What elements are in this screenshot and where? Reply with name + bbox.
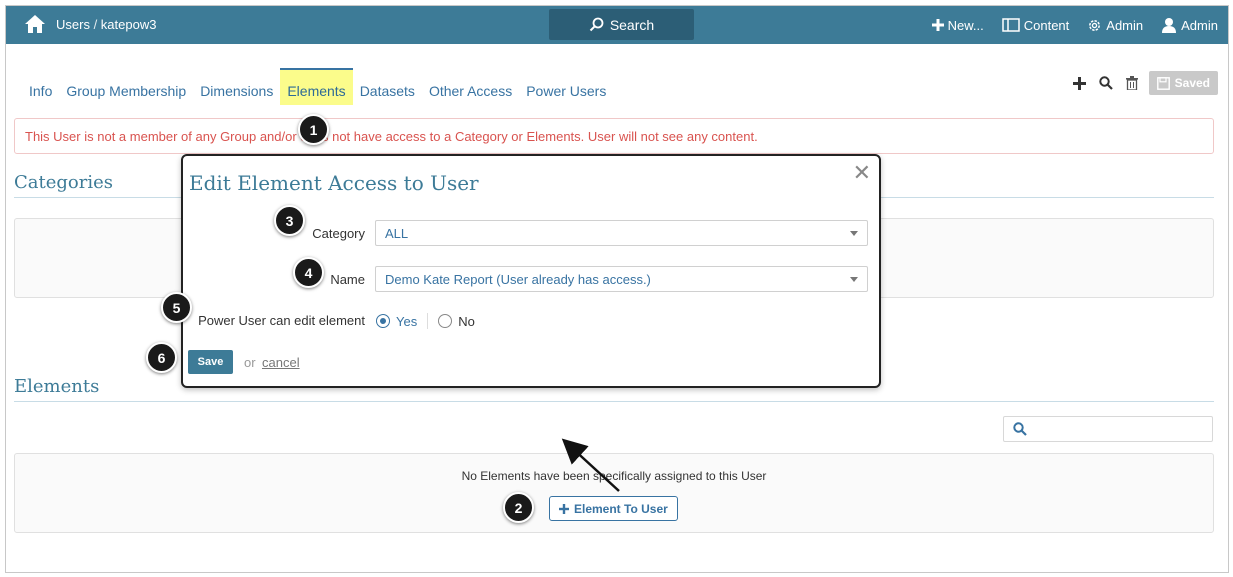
callout-marker-1: 1 xyxy=(298,114,329,145)
annotation-arrow xyxy=(561,438,620,492)
callout-marker-4: 4 xyxy=(293,257,324,288)
app-frame: Users / katepow3 Search New... Content A… xyxy=(5,5,1229,573)
callout-marker-5: 5 xyxy=(161,292,192,323)
callout-marker-6: 6 xyxy=(146,342,177,373)
callout-marker-3: 3 xyxy=(274,205,305,236)
callout-marker-2: 2 xyxy=(503,492,534,523)
